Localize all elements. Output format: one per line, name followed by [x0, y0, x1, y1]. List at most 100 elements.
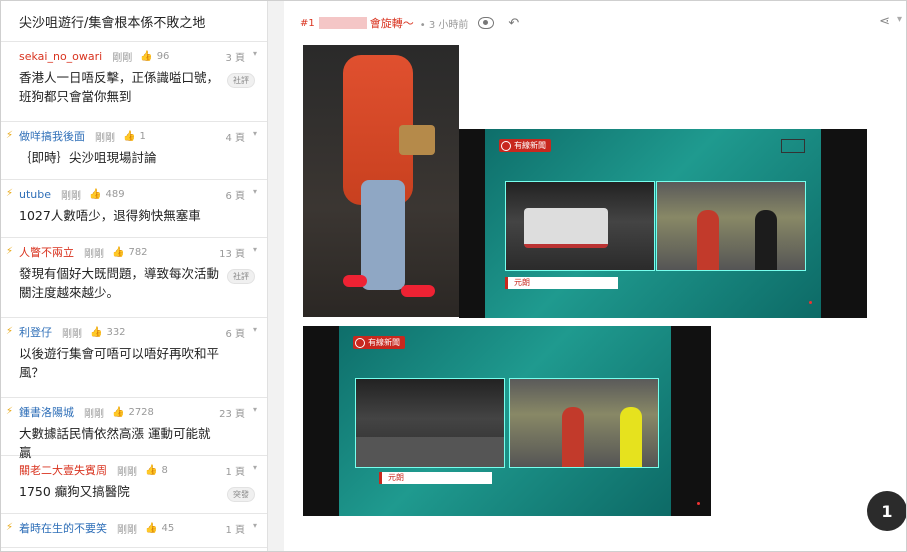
list-item[interactable]: ⚡ 着時在生的不要笑 剛剛 👍 45 1 頁 ▾: [1, 514, 267, 548]
more-caret-icon[interactable]: ▾: [897, 14, 902, 25]
news-logo: 有線新聞: [353, 336, 405, 349]
person-shape: [697, 210, 719, 270]
news-logo-text: 有線新聞: [514, 141, 546, 150]
item-author[interactable]: 着時在生的不要笑: [19, 520, 107, 536]
list-item[interactable]: sekai_no_owari 剛剛 👍 96 3 頁 ▾ 香港人一日唔反擊，正係識嗌口號，班…: [1, 42, 267, 122]
list-item[interactable]: ⚡ 人瞥不兩立 剛剛 👍 782 13 頁 ▾ 發現有個好大既問題，導致每次活動關注度越來越少…: [1, 238, 267, 318]
item-time: 剛剛: [61, 190, 82, 202]
tv-panel-left: [355, 378, 505, 468]
post-author[interactable]: 會旋轉～: [370, 15, 414, 31]
item-author[interactable]: 人瞥不兩立: [19, 244, 74, 260]
post-image-street-person[interactable]: [303, 45, 459, 317]
reply-arrow-icon[interactable]: ↶: [508, 16, 519, 31]
lightning-icon: ⚡: [6, 406, 14, 417]
item-pages[interactable]: 6 頁: [225, 325, 245, 340]
current-thread-title[interactable]: 尖沙咀遊行/集會根本係不敗之地: [1, 1, 267, 42]
lightning-icon: ⚡: [6, 246, 14, 257]
lightning-icon: ⚡: [6, 188, 14, 199]
tv-bezel: [671, 326, 711, 516]
item-author[interactable]: 關老二大壹失賓周: [19, 462, 107, 478]
list-item[interactable]: ⚡ utube 剛剛 👍 489 6 頁 ▾ 1027人數唔少，退得夠快無塞車: [1, 180, 267, 238]
item-likes: 45: [161, 522, 175, 534]
item-meta: sekai_no_owari 剛剛 👍 96: [19, 48, 257, 64]
post-header: #1 會旋轉～ • 3 小時前 ↶: [300, 15, 519, 31]
person-shape: [620, 407, 642, 467]
caret-down-icon[interactable]: ▾: [253, 325, 257, 334]
list-item[interactable]: ⚡ 鍾書洛陽城 剛剛 👍 2728 23 頁 ▾ 大數據話民情依然高漲 運動可能就贏: [1, 398, 267, 460]
item-title[interactable]: 香港人一日唔反擊，正係識嗌口號，班狗都只會當你無到: [19, 68, 219, 106]
red-dot: [809, 301, 812, 304]
divider-gutter: [267, 1, 285, 551]
list-item[interactable]: 關老二大壹失賓周 剛剛 👍 8 1 頁 ▾ 1750 癲狗又搞醫院 突發: [1, 456, 267, 514]
logo-ring-icon: [501, 140, 511, 151]
app-frame: 尖沙咀遊行/集會根本係不敗之地 sekai_no_owari 剛剛 👍 96 3 頁 ▾ 香…: [0, 0, 907, 552]
thumbs-up-icon: 👍: [145, 464, 158, 476]
item-likes: 1: [139, 130, 146, 142]
item-title[interactable]: 以後遊行集會可唔可以唔好再吹和平風？: [19, 344, 219, 382]
item-pages[interactable]: 4 頁: [225, 129, 245, 144]
item-likes: 96: [156, 50, 170, 62]
ambulance-shape: [524, 208, 608, 248]
caret-down-icon[interactable]: ▾: [253, 49, 257, 58]
road-shape: [356, 437, 504, 467]
red-dot: [697, 502, 700, 505]
item-pages[interactable]: 1 頁: [225, 521, 245, 536]
item-pages[interactable]: 13 頁: [219, 245, 245, 260]
item-meta: 關老二大壹失賓周 剛剛 👍 8: [19, 462, 257, 478]
caret-down-icon[interactable]: ▾: [253, 129, 257, 138]
item-author[interactable]: 利登仔: [19, 324, 52, 340]
item-author[interactable]: 鍾書洛陽城: [19, 404, 74, 420]
lightning-icon: ⚡: [6, 522, 14, 533]
item-likes: 2728: [128, 406, 154, 418]
tv-screen: 有線新聞 元朗: [485, 129, 821, 318]
item-title[interactable]: 1027人數唔少，退得夠快無塞車: [19, 206, 219, 225]
item-title[interactable]: ｛即時｝尖沙咀現場討論: [19, 148, 219, 167]
lightning-icon: ⚡: [6, 130, 14, 141]
tv-screen: 有線新聞 元朗: [339, 326, 671, 516]
item-meta: utube 剛剛 👍 489: [19, 186, 257, 202]
caret-down-icon[interactable]: ▾: [253, 521, 257, 530]
item-title[interactable]: 1750 癲狗又搞醫院: [19, 482, 219, 501]
item-tag: 社評: [227, 73, 255, 88]
item-title[interactable]: 發現有個好大既問題，導致每次活動關注度越來越少。: [19, 264, 219, 302]
thumbs-up-icon: 👍: [112, 406, 125, 418]
item-pages[interactable]: 3 頁: [225, 49, 245, 64]
item-author[interactable]: sekai_no_owari: [19, 50, 102, 63]
thumbs-up-icon: 👍: [89, 188, 102, 200]
item-time: 剛剛: [95, 132, 115, 144]
item-pages[interactable]: 6 頁: [225, 187, 245, 202]
page-badge[interactable]: 1: [867, 491, 906, 531]
item-meta: 利登仔 剛剛 👍 332: [19, 324, 257, 340]
caret-down-icon[interactable]: ▾: [253, 187, 257, 196]
item-tag: 突發: [227, 487, 255, 502]
list-item[interactable]: ⚡ 利登仔 剛剛 👍 332 6 頁 ▾ 以後遊行集會可唔可以唔好再吹和平風？: [1, 318, 267, 398]
post-floor-number: #1: [300, 17, 315, 29]
lightning-icon: ⚡: [6, 326, 14, 337]
tv-panel-right: [509, 378, 659, 468]
eye-icon[interactable]: [478, 17, 495, 29]
item-likes: 8: [161, 464, 168, 476]
post-image-tv-screen-2[interactable]: 有線新聞 元朗: [303, 326, 711, 516]
thumbs-up-icon: 👍: [140, 50, 153, 62]
item-time: 剛剛: [84, 248, 104, 260]
share-icon[interactable]: ⋖: [879, 14, 890, 29]
thread-list: 尖沙咀遊行/集會根本係不敗之地 sekai_no_owari 剛剛 👍 96 3 頁 ▾ 香…: [1, 1, 267, 551]
item-pages[interactable]: 23 頁: [219, 405, 245, 420]
caret-down-icon[interactable]: ▾: [253, 405, 257, 414]
item-meta: 着時在生的不要笑 剛剛 👍 45: [19, 520, 257, 536]
post-panel: #1 會旋轉～ • 3 小時前 ↶ ⋖ ▾ 有線新聞 元朗 有線新聞 元朗: [284, 1, 906, 551]
item-pages[interactable]: 1 頁: [225, 463, 245, 478]
thumbs-up-icon: 👍: [145, 522, 158, 534]
post-image-tv-screen-1[interactable]: 有線新聞 元朗: [459, 129, 867, 318]
news-logo-text: 有線新聞: [368, 338, 400, 347]
post-time-text: 3 小時前: [428, 19, 469, 31]
item-author[interactable]: 做咩搞我後面: [19, 128, 85, 144]
item-tag: 社評: [227, 269, 255, 284]
redacted-name-block: [318, 17, 367, 29]
person-shape: [755, 210, 777, 270]
caret-down-icon[interactable]: ▾: [253, 463, 257, 472]
thumbs-up-icon: 👍: [123, 130, 136, 142]
item-author[interactable]: utube: [19, 188, 51, 201]
caret-down-icon[interactable]: ▾: [253, 245, 257, 254]
list-item[interactable]: ⚡ 做咩搞我後面 剛剛 👍 1 4 頁 ▾ ｛即時｝尖沙咀現場討論: [1, 122, 267, 180]
